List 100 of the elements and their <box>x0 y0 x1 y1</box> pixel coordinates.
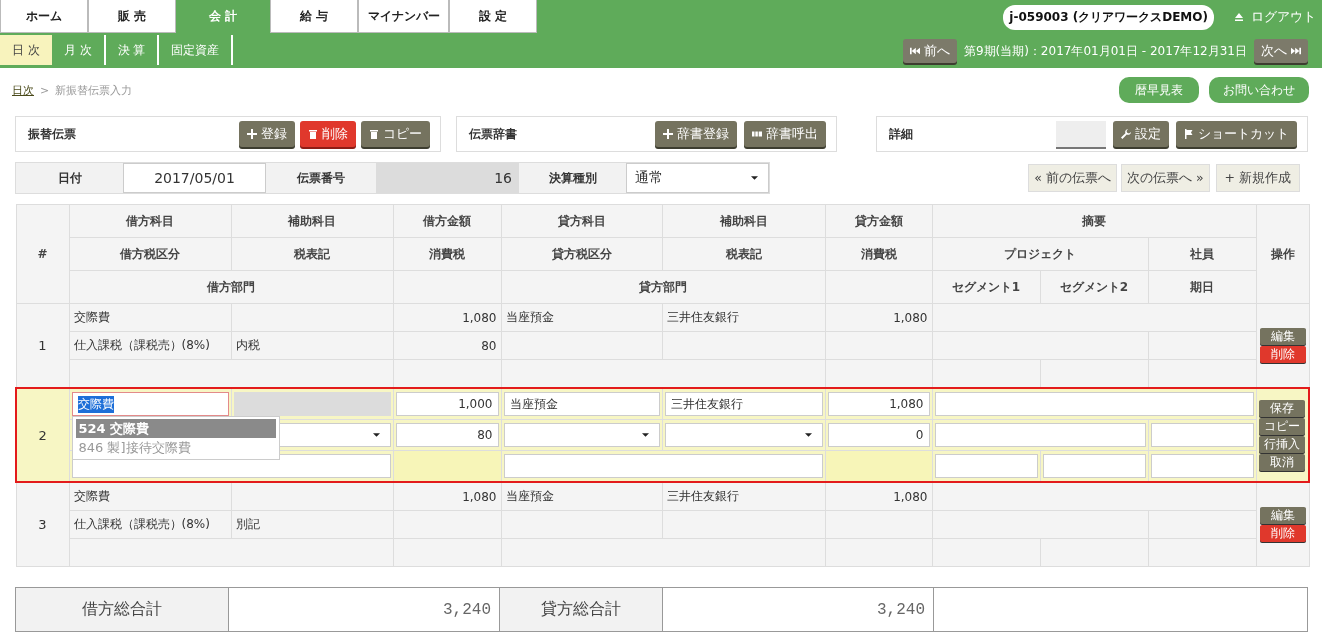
next-period-button[interactable]: 次へ <box>1254 39 1308 63</box>
input-field[interactable] <box>1150 423 1254 447</box>
subnav-tab[interactable]: 月 次 <box>51 35 106 65</box>
toolbar-button[interactable]: 登録 <box>239 121 295 147</box>
input-field[interactable] <box>934 454 1038 478</box>
column-header: 社員 <box>1148 237 1256 271</box>
voucher-nav-button[interactable]: 次の伝票へ » <box>1120 164 1210 192</box>
column-header: 補助科目 <box>662 204 825 238</box>
input-field[interactable] <box>934 423 1146 447</box>
table-cell: 交際費 <box>73 489 110 503</box>
select-field[interactable] <box>503 423 660 447</box>
input-field[interactable]: 1,000 <box>395 392 499 416</box>
toolbar-button[interactable]: コピー <box>361 121 430 147</box>
number-field[interactable]: 16 <box>376 163 519 193</box>
select-field[interactable]: 通常 <box>626 163 769 193</box>
column-header: 借方科目 <box>69 204 231 238</box>
nav-tab[interactable]: 給 与 <box>270 0 358 33</box>
input-field[interactable]: 三井住友銀行 <box>664 392 823 416</box>
table-cell: 当座預金 <box>505 310 554 324</box>
field-label: 決算種別 <box>547 169 598 187</box>
input-field[interactable] <box>1042 454 1146 478</box>
wrench-icon <box>1121 129 1131 139</box>
column-header: 貸方税区分 <box>501 237 662 271</box>
column-header: 税表記 <box>662 237 825 271</box>
toolbar-button[interactable]: 設定 <box>1113 121 1169 147</box>
blank-button[interactable] <box>1056 121 1106 147</box>
subnav-tab[interactable]: 日 次 <box>0 35 52 65</box>
panel-title: 振替伝票 <box>28 125 76 143</box>
row-action-button[interactable]: 保存 <box>1259 399 1306 417</box>
row-action-button[interactable]: 削除 <box>1259 346 1306 363</box>
toolbar-button[interactable]: 削除 <box>300 121 356 147</box>
total-value: 3,240 <box>663 588 934 631</box>
row-action-button[interactable]: 編集 <box>1259 507 1306 524</box>
input-field[interactable]: 1,080 <box>827 392 930 416</box>
toolbar-button[interactable]: ショートカット <box>1176 121 1297 147</box>
plus-icon <box>247 129 257 139</box>
caret-icon <box>641 433 649 437</box>
table-cell: 三井住友銀行 <box>666 489 739 503</box>
input-field[interactable]: 当座預金 <box>503 392 660 416</box>
header-button[interactable]: お問い合わせ <box>1209 77 1309 103</box>
table-cell: 1,080 <box>893 310 928 325</box>
user-badge: j-059003 (クリアワークスDEMO) <box>1003 4 1214 30</box>
panel-title: 詳細 <box>889 125 913 143</box>
trash-icon <box>369 129 379 139</box>
column-header: 期日 <box>1148 270 1256 304</box>
table-cell: 三井住友銀行 <box>666 310 739 324</box>
subnav-tab[interactable]: 固定資産 <box>159 35 234 65</box>
column-header: 貸方部門 <box>501 270 825 304</box>
column-header: 借方金額 <box>393 204 501 238</box>
previous-period-button[interactable]: 前へ <box>902 39 957 63</box>
input-field[interactable] <box>934 392 1254 416</box>
column-header: 借方部門 <box>69 270 393 304</box>
header-button[interactable]: 暦早見表 <box>1119 77 1199 103</box>
column-header: セグメント2 <box>1040 270 1148 304</box>
column-header: セグメント1 <box>932 270 1040 304</box>
column-header: 消費税 <box>393 237 501 271</box>
row-action-button[interactable]: 編集 <box>1259 328 1306 345</box>
column-header: 借方税区分 <box>69 237 231 271</box>
toolbar-button[interactable]: 辞書登録 <box>655 121 737 147</box>
eject-icon <box>1234 12 1244 22</box>
nav-tab[interactable]: マイナンバー <box>358 0 449 33</box>
skip-forward-icon <box>1291 46 1301 56</box>
breadcrumb-link[interactable]: 日次 <box>12 82 34 98</box>
nav-tab[interactable]: 販 売 <box>88 0 176 33</box>
column-header: 消費税 <box>825 237 932 271</box>
breadcrumb-separator: > <box>40 83 50 97</box>
voucher-nav-button[interactable]: « 前の伝票へ <box>1028 164 1117 192</box>
input-field[interactable] <box>503 454 823 478</box>
logout-link[interactable]: ログアウト <box>1234 8 1316 26</box>
table-cell: 1,080 <box>462 310 497 325</box>
caret-icon <box>804 433 812 437</box>
suggestion-item[interactable]: 846 製]接待交際費 <box>75 438 276 457</box>
period-label: 第9期(当期)：2017年01月01日 - 2017年12月31日 <box>963 42 1247 60</box>
column-header: # <box>16 204 69 304</box>
row-number: 2 <box>16 388 69 482</box>
table-cell: 交際費 <box>73 310 110 324</box>
select-field[interactable] <box>664 423 823 447</box>
column-header: 税表記 <box>231 237 393 271</box>
input-field[interactable]: 80 <box>395 423 499 447</box>
field-label: 日付 <box>56 169 83 187</box>
nav-tab[interactable]: 設 定 <box>449 0 537 33</box>
nav-tab[interactable]: ホーム <box>0 0 88 33</box>
input-field[interactable]: 交際費 <box>71 392 229 416</box>
column-header: 補助科目 <box>231 204 393 238</box>
table-cell: 別記 <box>235 517 260 531</box>
suggestion-item[interactable]: 524 交際費 <box>75 419 276 438</box>
row-number: 3 <box>16 482 69 567</box>
date-field[interactable]: 2017/05/01 <box>123 163 266 193</box>
trash-icon <box>308 129 318 139</box>
caret-icon <box>372 433 380 437</box>
caret-icon <box>751 176 758 180</box>
input-field[interactable]: 0 <box>827 423 930 447</box>
row-action-button[interactable]: 削除 <box>1259 525 1306 542</box>
input-field[interactable] <box>1150 454 1254 478</box>
table-cell: 仕入課税（課税売）(8%) <box>73 517 210 531</box>
voucher-nav-button[interactable]: + 新規作成 <box>1215 164 1300 192</box>
toolbar-button[interactable]: 辞書呼出 <box>744 121 826 147</box>
table-cell: 当座預金 <box>505 489 554 503</box>
subnav-tab[interactable]: 決 算 <box>105 35 160 65</box>
plus-icon <box>663 129 673 139</box>
